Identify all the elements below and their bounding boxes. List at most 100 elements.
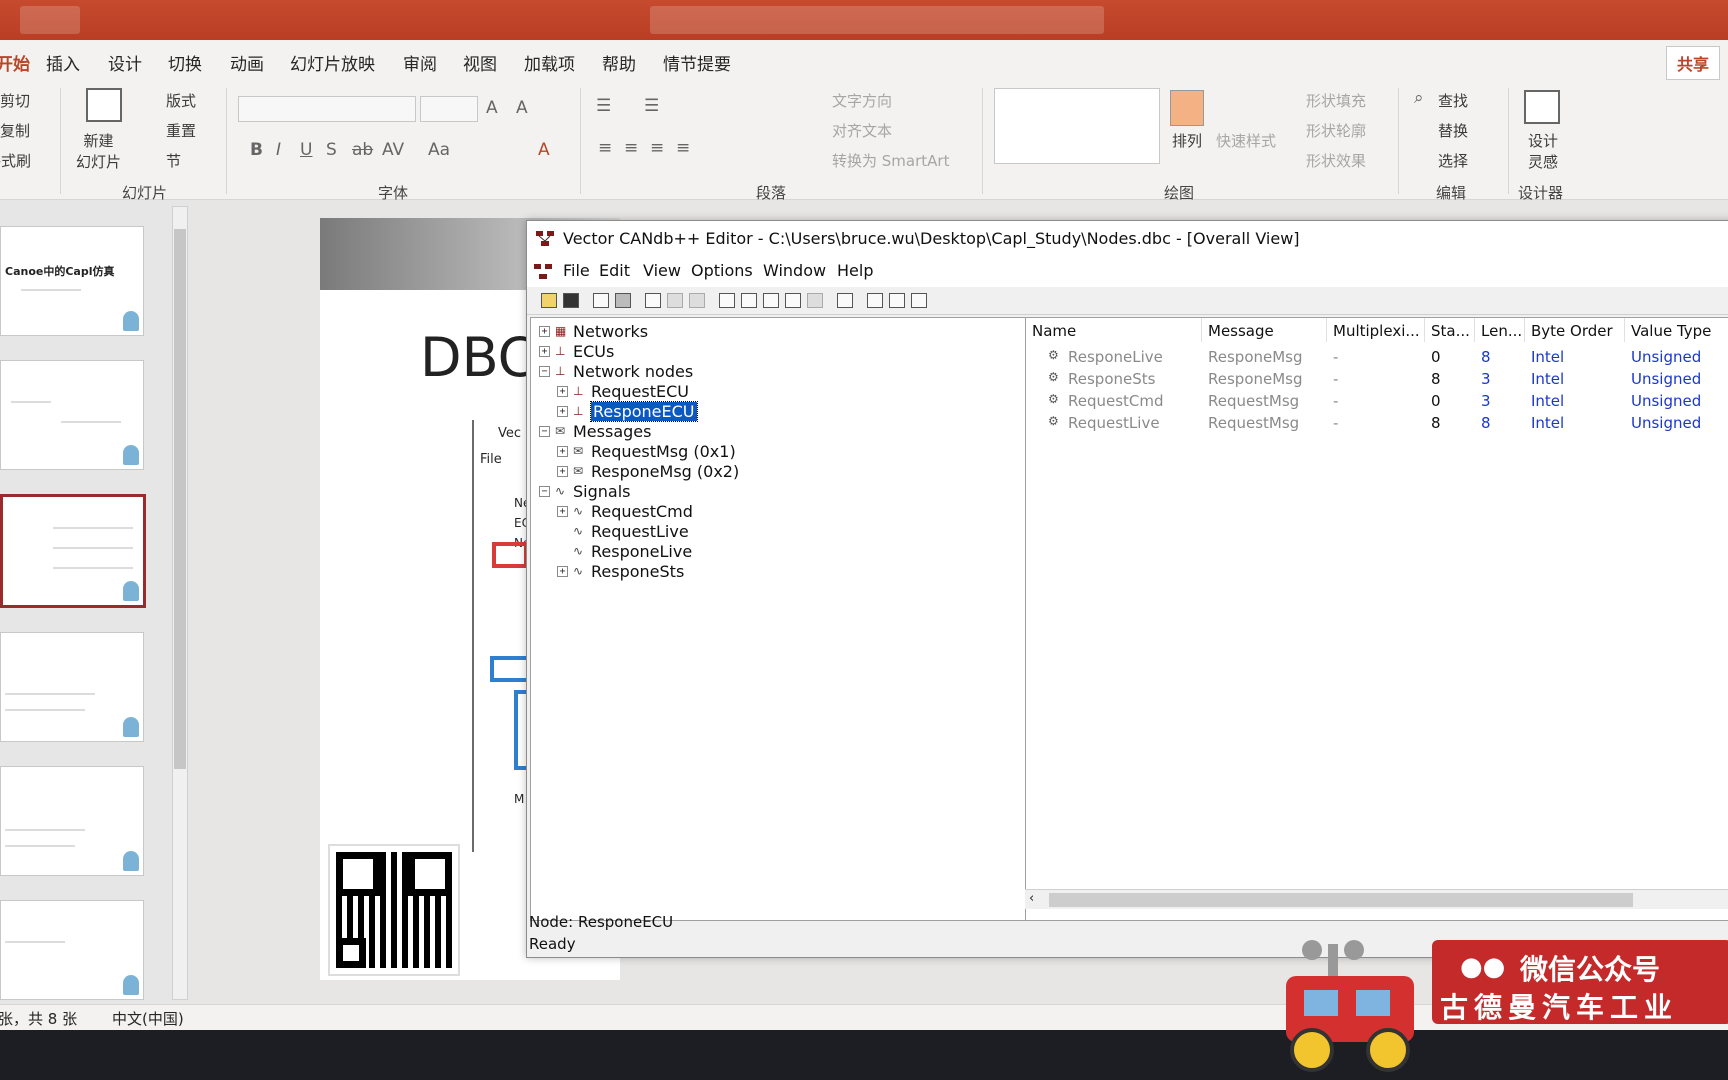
collapse-icon[interactable]: − xyxy=(539,486,550,497)
properties-icon[interactable] xyxy=(645,293,661,308)
tab-home[interactable]: 开始 xyxy=(0,50,30,75)
expand-icon[interactable]: + xyxy=(539,346,550,357)
tab-addins[interactable]: 加载项 xyxy=(524,50,575,75)
arrange-button[interactable]: 排列 xyxy=(1172,130,1202,151)
tab-review[interactable]: 审阅 xyxy=(403,50,437,75)
collapse-icon[interactable]: − xyxy=(539,366,550,377)
expand-icon[interactable]: + xyxy=(557,466,568,477)
column-header-value-type[interactable]: Value Type xyxy=(1625,318,1728,342)
signal-list[interactable]: Name Message Multiplexi... Sta... Len...… xyxy=(1025,317,1728,921)
search-box[interactable] xyxy=(650,6,1104,34)
tree-node[interactable]: ResponeMsg (0x2) xyxy=(591,462,739,481)
menu-help[interactable]: Help xyxy=(837,261,873,280)
align-center-icon[interactable]: ≡ xyxy=(624,138,638,158)
table-row[interactable]: ⚙ RequestLive RequestMsg - 8 8 Intel Unsigned xyxy=(1026,412,1728,434)
menu-view[interactable]: View xyxy=(643,261,681,280)
open-icon[interactable] xyxy=(541,293,557,308)
list-view-icon[interactable] xyxy=(719,293,735,308)
slide-thumbnail[interactable] xyxy=(0,360,144,470)
tab-help[interactable]: 帮助 xyxy=(602,50,636,75)
tab-design[interactable]: 设计 xyxy=(108,50,142,75)
dec-hex-icon[interactable] xyxy=(837,293,853,308)
new-slide-icon[interactable] xyxy=(86,88,122,122)
column-header-startbit[interactable]: Sta... xyxy=(1425,318,1475,342)
scrollbar-thumb[interactable] xyxy=(174,229,186,769)
font-name-combo[interactable] xyxy=(238,96,416,122)
align-left-icon[interactable]: ≡ xyxy=(598,138,612,158)
arrange-icon[interactable] xyxy=(1170,90,1204,126)
tree-node[interactable]: ResponeLive xyxy=(591,542,692,561)
font-color-icon[interactable]: A xyxy=(538,140,550,160)
font-size-combo[interactable] xyxy=(420,96,478,122)
shape-effects-button[interactable]: 形状效果 xyxy=(1306,150,1366,171)
tile-vertical-icon[interactable] xyxy=(911,293,927,308)
expand-icon[interactable]: + xyxy=(557,506,568,517)
tree-node-selected[interactable]: ResponeECU xyxy=(590,401,698,422)
tab-insert[interactable]: 插入 xyxy=(46,50,80,75)
shape-fill-button[interactable]: 形状填充 xyxy=(1306,90,1366,111)
italic-icon[interactable]: I xyxy=(276,140,281,160)
column-header-message[interactable]: Message xyxy=(1202,318,1327,342)
quick-access-toolbar[interactable] xyxy=(20,6,80,34)
details-view-icon[interactable] xyxy=(763,293,779,308)
increase-font-icon[interactable]: A xyxy=(486,98,498,118)
justify-icon[interactable]: ≡ xyxy=(676,138,690,158)
shadow-icon[interactable]: S xyxy=(326,140,337,160)
tree-node[interactable]: RequestCmd xyxy=(591,502,693,521)
scroll-left-icon[interactable]: ‹ xyxy=(1029,891,1034,906)
expand-icon[interactable]: + xyxy=(557,566,568,577)
tree-node[interactable]: Messages xyxy=(573,422,651,441)
tree-node[interactable]: ECUs xyxy=(573,342,614,361)
collapse-icon[interactable]: − xyxy=(539,426,550,437)
find-button[interactable]: 查找 xyxy=(1438,90,1468,111)
bold-icon[interactable]: B xyxy=(250,140,263,160)
find-icon[interactable]: ⌕ xyxy=(1414,88,1424,108)
replace-button[interactable]: 替换 xyxy=(1438,120,1468,141)
tree-node[interactable]: RequestLive xyxy=(591,522,689,541)
expand-icon[interactable]: + xyxy=(557,446,568,457)
candb-editor-window[interactable]: Vector CANdb++ Editor - C:\Users\bruce.w… xyxy=(526,220,1728,958)
scrollbar-thumb[interactable] xyxy=(1049,893,1633,907)
list-horizontal-scrollbar[interactable]: ‹ xyxy=(1025,889,1728,909)
align-right-icon[interactable]: ≡ xyxy=(650,138,664,158)
text-direction-button[interactable]: 文字方向 xyxy=(832,90,892,111)
quick-styles-button[interactable]: 快速样式 xyxy=(1216,130,1276,151)
shape-outline-button[interactable]: 形状轮廓 xyxy=(1306,120,1366,141)
share-button[interactable]: 共享 xyxy=(1665,46,1720,80)
menu-file[interactable]: File xyxy=(563,261,590,280)
design-ideas-button[interactable]: 设计 灵感 xyxy=(1528,130,1558,172)
expand-icon[interactable]: + xyxy=(557,406,568,417)
editor-title-bar[interactable]: Vector CANdb++ Editor - C:\Users\bruce.w… xyxy=(527,221,1728,257)
thumbnails-scrollbar[interactable] xyxy=(172,206,188,1000)
tree-node[interactable]: Network nodes xyxy=(573,362,693,381)
new-slide-button[interactable]: 新建 幻灯片 xyxy=(76,130,121,172)
shapes-gallery[interactable] xyxy=(994,88,1160,164)
tab-view[interactable]: 视图 xyxy=(463,50,497,75)
column-header-name[interactable]: Name xyxy=(1026,318,1202,342)
column-header-length[interactable]: Len... xyxy=(1475,318,1525,342)
tree-node[interactable]: RequestMsg (0x1) xyxy=(591,442,736,461)
table-view-icon[interactable] xyxy=(785,293,801,308)
slide-thumbnail-selected[interactable] xyxy=(0,494,146,608)
tree-node[interactable]: RequestECU xyxy=(591,382,689,401)
column-header-multiplexing[interactable]: Multiplexi... xyxy=(1327,318,1425,342)
bullets-icon[interactable]: ☰ xyxy=(596,96,611,116)
reset-button[interactable]: 重置 xyxy=(166,120,196,141)
cascade-icon[interactable] xyxy=(867,293,883,308)
table-row[interactable]: ⚙ ResponeLive ResponeMsg - 0 8 Intel Unsigned xyxy=(1026,346,1728,368)
strikethrough-icon[interactable]: ab xyxy=(352,140,373,160)
designer-icon[interactable] xyxy=(1524,90,1560,124)
column-header-byte-order[interactable]: Byte Order xyxy=(1525,318,1625,342)
numbering-icon[interactable]: ☰ xyxy=(644,96,659,116)
expand-icon[interactable]: + xyxy=(557,386,568,397)
menu-options[interactable]: Options xyxy=(691,261,753,280)
tab-slideshow[interactable]: 幻灯片放映 xyxy=(290,50,375,75)
slide-thumbnail[interactable] xyxy=(0,766,144,876)
save-icon[interactable] xyxy=(563,293,579,308)
select-button[interactable]: 选择 xyxy=(1438,150,1468,171)
menu-edit[interactable]: Edit xyxy=(599,261,630,280)
char-spacing-icon[interactable]: AV xyxy=(382,140,404,160)
menu-window[interactable]: Window xyxy=(763,261,826,280)
tab-storyboard[interactable]: 情节提要 xyxy=(663,50,731,75)
table-row[interactable]: ⚙ RequestCmd RequestMsg - 0 3 Intel Unsigned xyxy=(1026,390,1728,412)
